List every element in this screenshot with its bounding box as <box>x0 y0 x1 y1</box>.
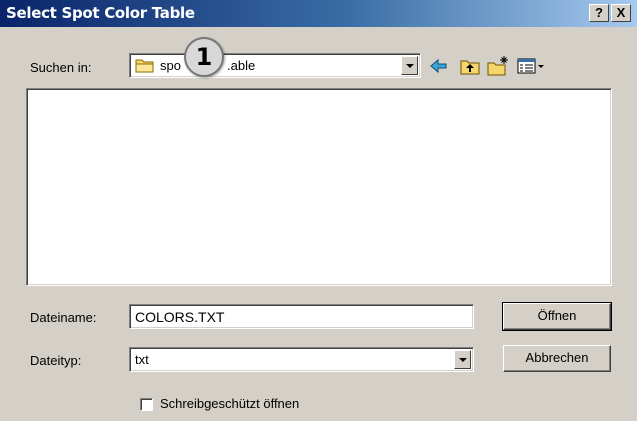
new-folder-icon[interactable] <box>487 55 509 77</box>
back-arrow-icon[interactable] <box>428 55 450 77</box>
lookin-folder-name-start: spo <box>160 58 181 73</box>
file-list[interactable] <box>26 88 612 286</box>
filename-label: Dateiname: <box>30 310 97 325</box>
readonly-checkbox[interactable] <box>140 398 153 411</box>
view-menu-icon[interactable] <box>516 55 546 77</box>
help-button[interactable]: ? <box>589 4 609 22</box>
lookin-dropdown[interactable]: spo .able <box>129 53 421 78</box>
title-bar: Select Spot Color Table ? X <box>0 0 637 27</box>
filename-input[interactable]: COLORS.TXT <box>129 304 474 329</box>
filetype-value: txt <box>135 352 149 367</box>
lookin-label: Suchen in: <box>30 60 92 75</box>
filename-value: COLORS.TXT <box>135 309 225 325</box>
close-button[interactable]: X <box>611 4 631 22</box>
open-button[interactable]: Öffnen <box>502 302 612 331</box>
lookin-folder-name-end: .able <box>227 58 256 73</box>
cancel-button[interactable]: Abbrechen <box>503 345 611 372</box>
lookin-dropdown-arrow[interactable] <box>401 56 418 75</box>
dialog-title: Select Spot Color Table <box>6 4 195 22</box>
callout-marker: 1 <box>184 37 224 77</box>
readonly-label[interactable]: Schreibgeschützt öffnen <box>160 396 299 411</box>
up-folder-icon[interactable] <box>459 55 481 77</box>
filetype-dropdown[interactable]: txt <box>129 347 474 372</box>
folder-icon <box>135 58 155 76</box>
filetype-dropdown-arrow[interactable] <box>454 350 471 369</box>
filetype-label: Dateityp: <box>30 353 82 368</box>
